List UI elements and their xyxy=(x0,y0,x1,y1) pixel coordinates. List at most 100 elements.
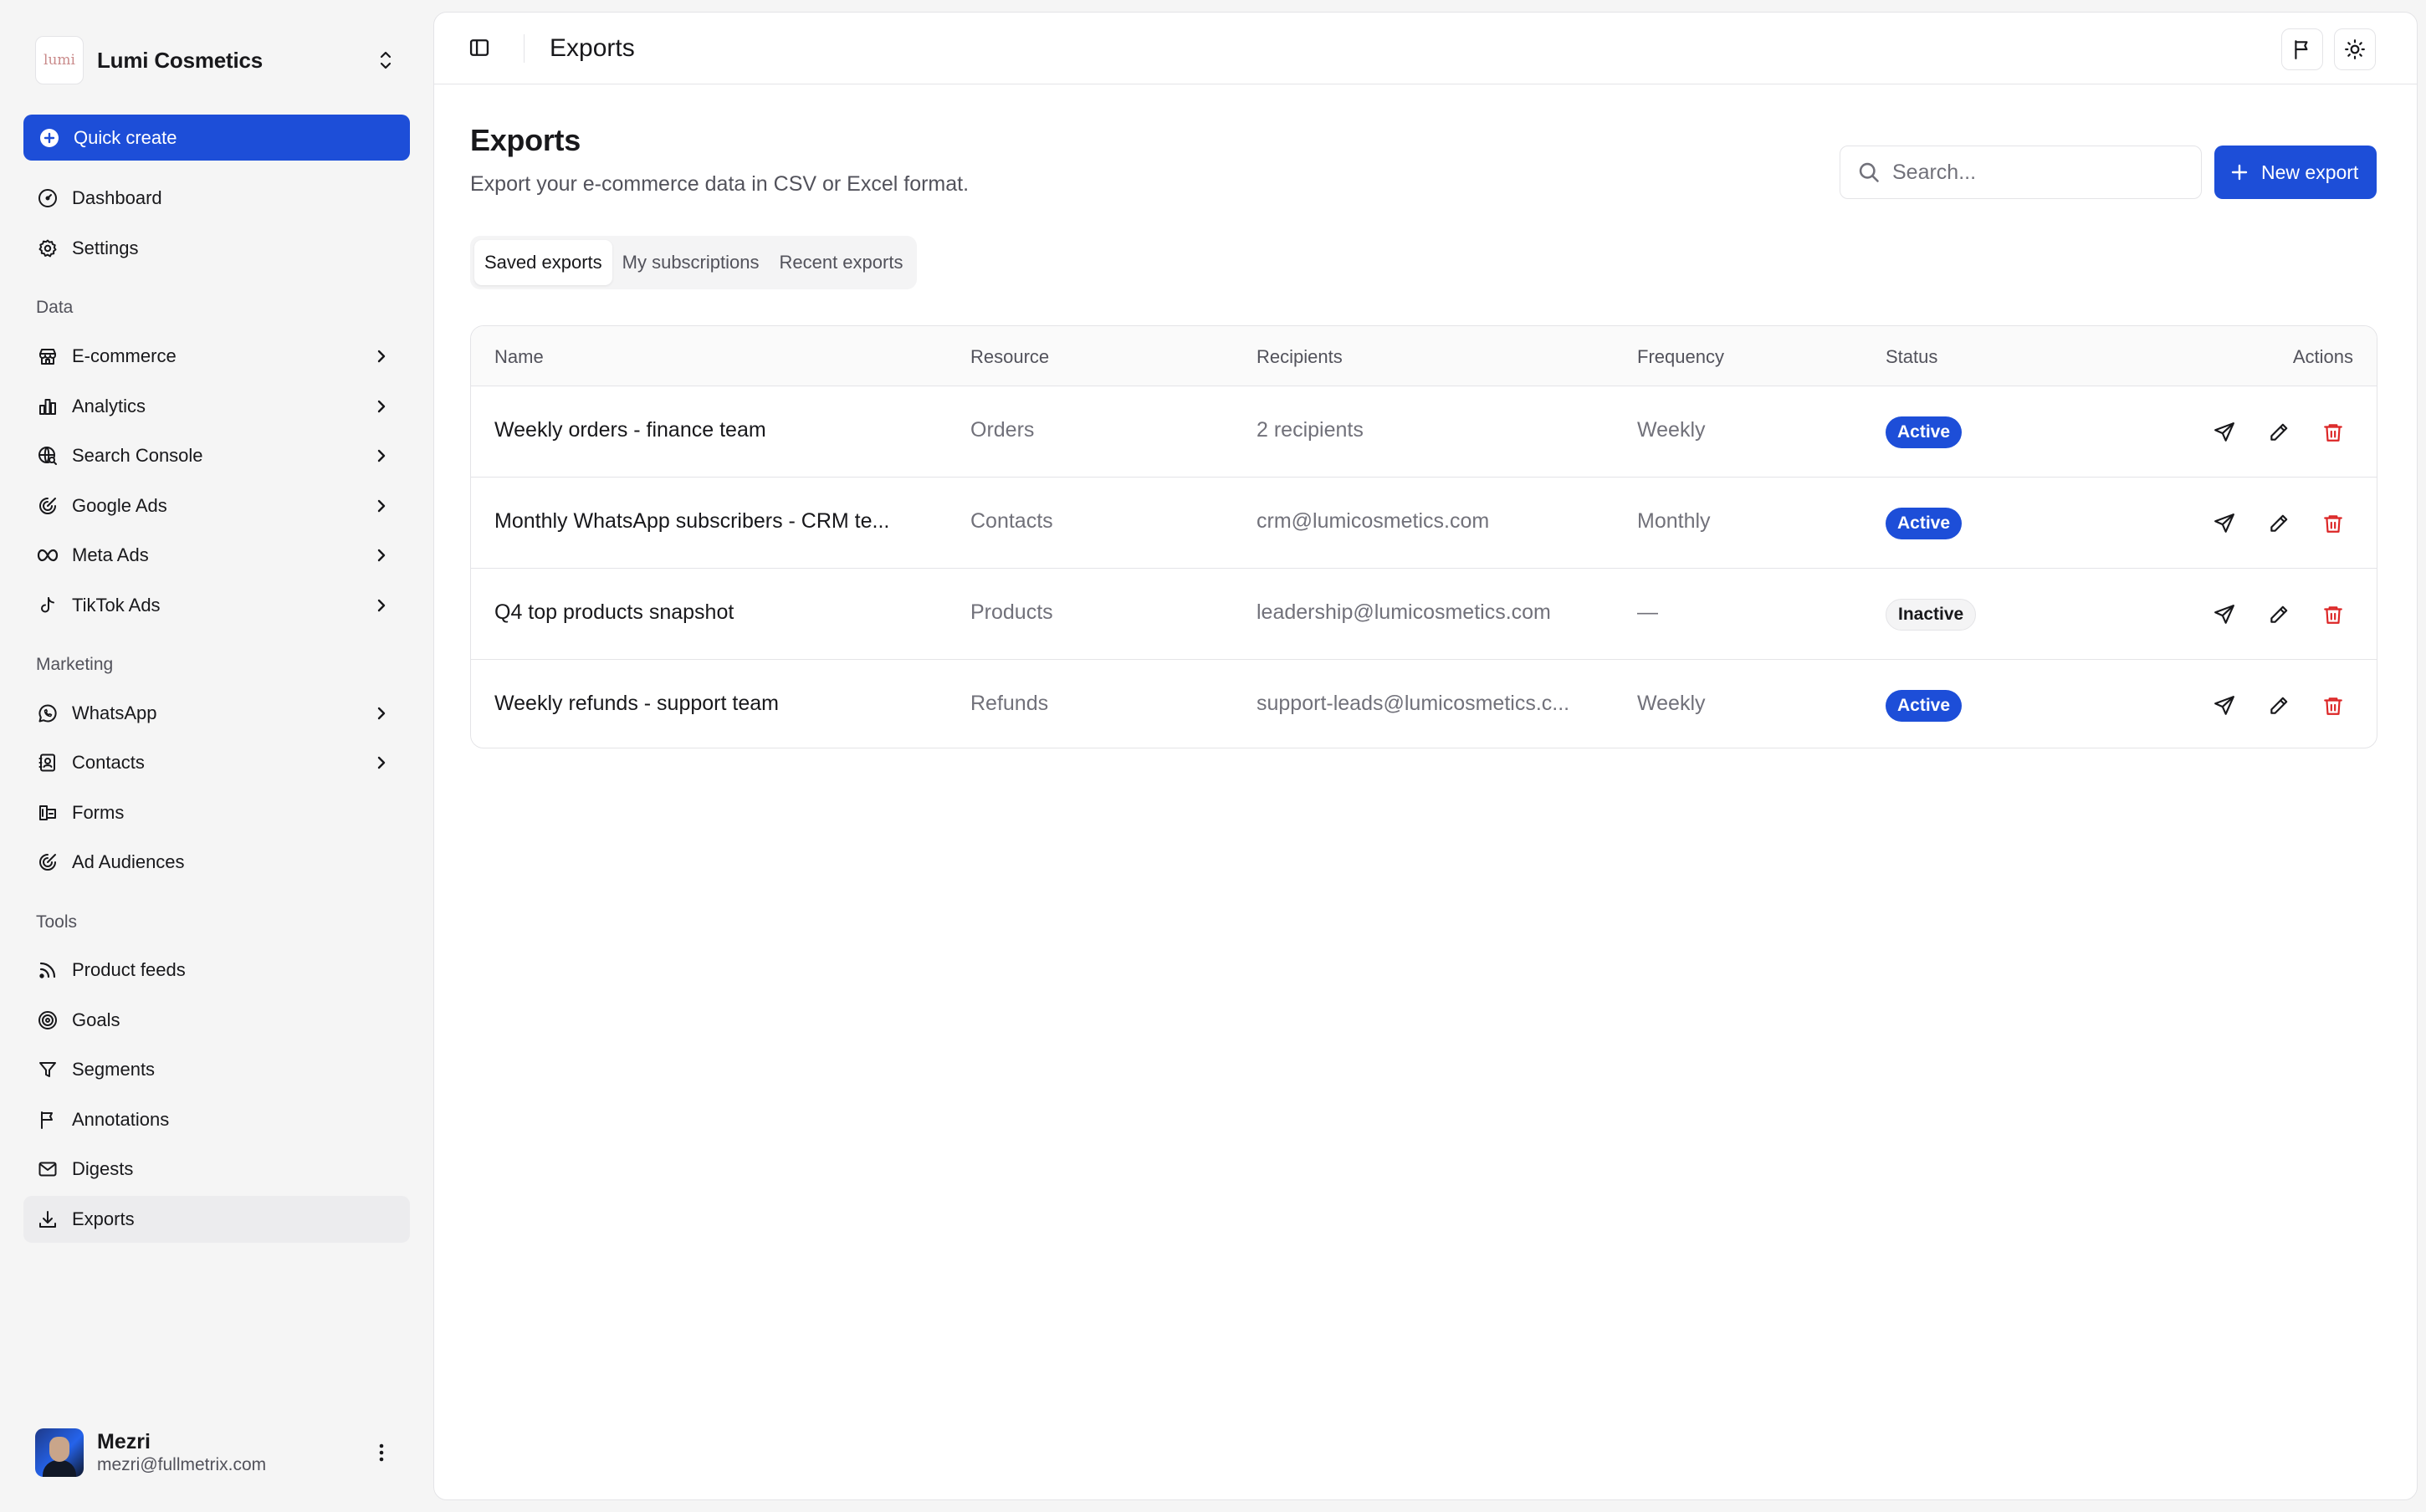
target-icon xyxy=(37,495,59,517)
sidebar-item-goals[interactable]: Goals xyxy=(23,997,410,1044)
form-icon xyxy=(37,802,59,824)
bar-chart-icon xyxy=(37,396,59,417)
sidebar-item-label: Google Ads xyxy=(72,495,167,516)
sidebar-item-annotations[interactable]: Annotations xyxy=(23,1096,410,1143)
funnel-icon xyxy=(37,1059,59,1080)
flag-icon xyxy=(37,1109,59,1131)
page-title: Exports xyxy=(470,123,581,157)
sidebar-item-label: Segments xyxy=(72,1059,156,1080)
sidebar-item-product-feeds[interactable]: Product feeds xyxy=(23,947,410,994)
row-frequency: Weekly xyxy=(1637,692,1706,715)
more-vertical-icon[interactable] xyxy=(371,1442,392,1463)
tab-recent-exports[interactable]: Recent exports xyxy=(769,240,913,285)
quick-create-label: Quick create xyxy=(74,126,177,148)
chevron-right-icon xyxy=(371,496,392,516)
table-row[interactable]: Weekly refunds - support team Refunds su… xyxy=(471,660,2377,748)
row-frequency: — xyxy=(1637,600,1658,624)
status-badge: Active xyxy=(1886,508,1963,539)
store-icon xyxy=(37,345,59,367)
sidebar-item-contacts[interactable]: Contacts xyxy=(23,739,410,786)
chevron-right-icon xyxy=(371,396,392,416)
sidebar-item-label: Digests xyxy=(72,1158,134,1179)
chevron-right-icon xyxy=(371,446,392,466)
sidebar-item-google-ads[interactable]: Google Ads xyxy=(23,483,410,529)
delete-icon[interactable] xyxy=(2320,601,2347,628)
theme-toggle-button[interactable] xyxy=(2334,28,2376,70)
sidebar-item-label: Product feeds xyxy=(72,959,186,980)
sidebar-item-meta-ads[interactable]: Meta Ads xyxy=(23,532,410,579)
column-header-frequency: Frequency xyxy=(1637,346,1724,367)
sidebar-item-digests[interactable]: Digests xyxy=(23,1146,410,1193)
goal-icon xyxy=(37,1009,59,1031)
row-resource: Orders xyxy=(970,418,1035,442)
column-header-recipients: Recipients xyxy=(1257,346,1343,367)
section-label-tools: Tools xyxy=(36,912,78,932)
send-icon[interactable] xyxy=(2211,601,2238,628)
table-header: Name Resource Recipients Frequency Statu… xyxy=(471,326,2377,386)
edit-icon[interactable] xyxy=(2265,510,2292,537)
sidebar-item-label: Contacts xyxy=(72,752,145,773)
sidebar-item-label: TikTok Ads xyxy=(72,595,161,616)
sidebar-item-analytics[interactable]: Analytics xyxy=(23,383,410,430)
sidebar-item-dashboard[interactable]: Dashboard xyxy=(23,175,410,222)
send-icon[interactable] xyxy=(2211,510,2238,537)
table-row[interactable]: Q4 top products snapshot Products leader… xyxy=(471,569,2377,660)
sidebar-item-forms[interactable]: Forms xyxy=(23,789,410,836)
sidebar-item-tiktok-ads[interactable]: TikTok Ads xyxy=(23,582,410,629)
table-row[interactable]: Weekly orders - finance team Orders 2 re… xyxy=(471,386,2377,478)
user-account[interactable]: Mezri mezri@fullmetrix.com xyxy=(23,1422,410,1484)
sidebar-item-settings[interactable]: Settings xyxy=(23,225,410,272)
workspace-switcher[interactable]: lumi Lumi Cosmetics xyxy=(23,27,410,94)
divider xyxy=(524,34,525,63)
exports-table: Name Resource Recipients Frequency Statu… xyxy=(470,325,2377,748)
mail-icon xyxy=(37,1158,59,1180)
chevron-right-icon xyxy=(371,346,392,366)
delete-icon[interactable] xyxy=(2320,692,2347,719)
download-icon xyxy=(37,1208,59,1230)
music-note-icon xyxy=(37,595,59,616)
tab-my-subscriptions[interactable]: My subscriptions xyxy=(612,240,770,285)
status-badge: Active xyxy=(1886,690,1963,722)
sidebar-toggle-icon[interactable] xyxy=(468,36,491,59)
tab-saved-exports[interactable]: Saved exports xyxy=(474,240,612,285)
chat-bubble-icon xyxy=(37,702,59,724)
sidebar-item-label: Meta Ads xyxy=(72,544,149,565)
row-recipients: leadership@lumicosmetics.com xyxy=(1257,600,1551,624)
sidebar-item-label: Analytics xyxy=(72,396,146,416)
plus-icon xyxy=(2229,162,2249,182)
sidebar-item-label: Settings xyxy=(72,238,139,258)
delete-icon[interactable] xyxy=(2320,419,2347,446)
sidebar-item-segments[interactable]: Segments xyxy=(23,1046,410,1093)
send-icon[interactable] xyxy=(2211,692,2238,719)
edit-icon[interactable] xyxy=(2265,601,2292,628)
sidebar-item-label: Annotations xyxy=(72,1109,170,1130)
sidebar-item-ad-audiences[interactable]: Ad Audiences xyxy=(23,839,410,886)
row-resource: Refunds xyxy=(970,692,1049,715)
send-icon[interactable] xyxy=(2211,419,2238,446)
user-email: mezri@fullmetrix.com xyxy=(97,1455,267,1474)
sidebar-item-e-commerce[interactable]: E-commerce xyxy=(23,333,410,380)
sidebar-item-search-console[interactable]: Search Console xyxy=(23,432,410,479)
row-frequency: Monthly xyxy=(1637,509,1711,533)
status-badge: Inactive xyxy=(1886,599,1977,631)
sidebar: lumi Lumi Cosmetics Quick create Dashboa… xyxy=(0,0,432,1512)
new-export-button[interactable]: New export xyxy=(2214,146,2377,199)
delete-icon[interactable] xyxy=(2320,510,2347,537)
main-panel: Exports Exports Export your e-commerce d… xyxy=(433,12,2418,1500)
sidebar-item-whatsapp[interactable]: WhatsApp xyxy=(23,690,410,737)
column-header-status: Status xyxy=(1886,346,1938,367)
column-header-name: Name xyxy=(494,346,544,367)
quick-create-button[interactable]: Quick create xyxy=(23,115,410,161)
tabs: Saved exports My subscriptions Recent ex… xyxy=(470,236,918,289)
search-box[interactable] xyxy=(1840,146,2202,199)
search-input[interactable] xyxy=(1892,160,2177,185)
sidebar-item-label: Forms xyxy=(72,802,125,823)
section-label-marketing: Marketing xyxy=(36,655,114,674)
annotations-button[interactable] xyxy=(2281,28,2323,70)
page-subtitle: Export your e-commerce data in CSV or Ex… xyxy=(470,172,970,196)
rss-icon xyxy=(37,959,59,981)
sidebar-item-exports[interactable]: Exports xyxy=(23,1196,410,1243)
edit-icon[interactable] xyxy=(2265,692,2292,719)
table-row[interactable]: Monthly WhatsApp subscribers - CRM te...… xyxy=(471,478,2377,569)
edit-icon[interactable] xyxy=(2265,419,2292,446)
